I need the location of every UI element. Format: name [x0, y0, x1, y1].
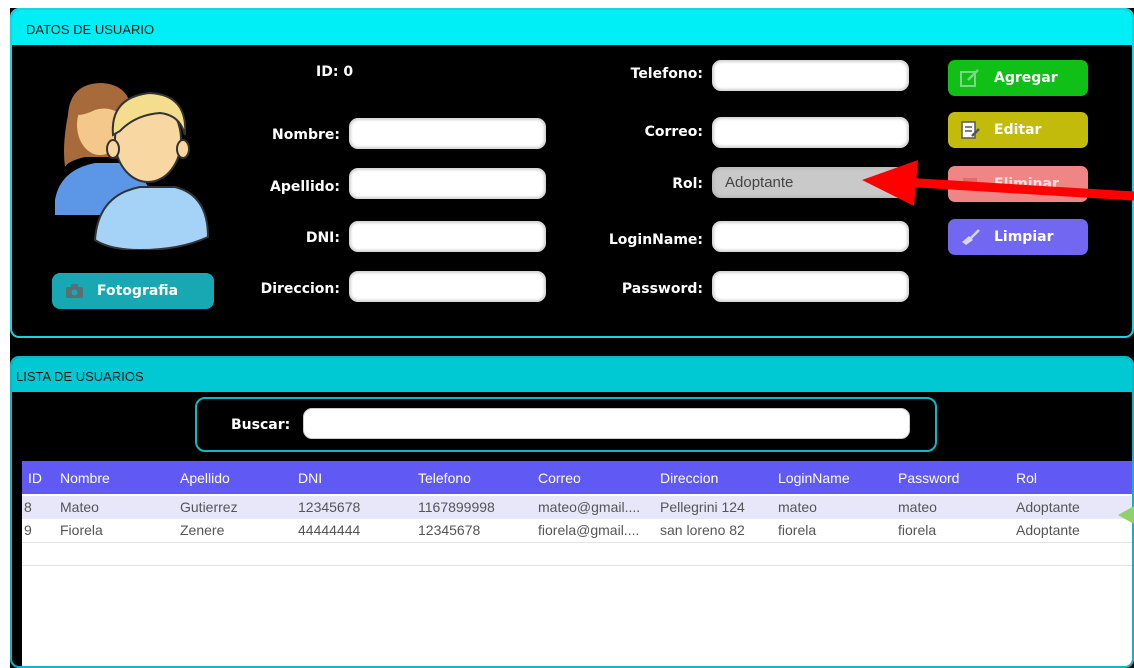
- col-apellido[interactable]: Apellido: [180, 470, 230, 486]
- limpiar-button[interactable]: Limpiar: [948, 219, 1088, 255]
- cell-id: 8: [24, 499, 32, 515]
- col-telefono[interactable]: Telefono: [418, 470, 471, 486]
- agregar-button[interactable]: Agregar: [948, 60, 1088, 96]
- cell-dni: 12345678: [298, 499, 361, 515]
- loginname-field[interactable]: [712, 221, 909, 252]
- col-rol[interactable]: Rol: [1016, 470, 1037, 486]
- cell-correo: mateo@gmail....: [538, 499, 641, 515]
- id-label: ID: 0: [316, 64, 354, 80]
- table-row[interactable]: 9 Fiorela Zenere 44444444 12345678 fiore…: [22, 519, 1132, 542]
- camera-icon: [66, 284, 83, 298]
- id-value: 0: [343, 64, 354, 80]
- edit-icon: [960, 69, 979, 87]
- cell-apellido: Zenere: [180, 522, 225, 538]
- cell-id: 9: [24, 522, 32, 538]
- apellido-field[interactable]: [349, 168, 546, 199]
- limpiar-label: Limpiar: [994, 229, 1054, 245]
- col-id[interactable]: ID: [28, 470, 42, 486]
- users-table: ID Nombre Apellido DNI Telefono Correo D…: [22, 461, 1132, 666]
- dni-label: DNI:: [305, 230, 340, 246]
- col-password[interactable]: Password: [898, 470, 959, 486]
- dni-field[interactable]: [349, 221, 546, 252]
- cell-nombre: Fiorela: [60, 522, 103, 538]
- user-group-icon: [55, 83, 210, 250]
- loginname-label: LoginName:: [608, 232, 703, 248]
- telefono-field[interactable]: [712, 60, 909, 91]
- cell-apellido: Gutierrez: [180, 499, 238, 515]
- apellido-label: Apellido:: [270, 179, 340, 195]
- cell-telefono: 12345678: [418, 522, 481, 538]
- buscar-label: Buscar:: [231, 417, 291, 433]
- cell-loginname: mateo: [778, 499, 817, 515]
- table-header: ID Nombre Apellido DNI Telefono Correo D…: [22, 461, 1132, 494]
- document-edit-icon: [961, 121, 980, 139]
- red-arrow: [862, 160, 1134, 206]
- user-list-header: LISTA DE USUARIOS: [12, 358, 1132, 392]
- col-dni[interactable]: DNI: [298, 470, 322, 486]
- cell-correo: fiorela@gmail....: [538, 522, 640, 538]
- col-nombre[interactable]: Nombre: [60, 470, 110, 486]
- col-correo[interactable]: Correo: [538, 470, 581, 486]
- cell-telefono: 1167899998: [418, 499, 495, 515]
- user-list-panel: LISTA DE USUARIOS Buscar: ID Nombre Apel…: [10, 356, 1134, 668]
- correo-label: Correo:: [644, 124, 703, 140]
- cell-password: fiorela: [898, 522, 937, 538]
- col-direccion[interactable]: Direccion: [660, 470, 718, 486]
- cell-nombre: Mateo: [60, 499, 99, 515]
- cell-loginname: fiorela: [778, 522, 817, 538]
- cell-direccion: san loreno 82: [660, 522, 745, 538]
- nombre-label: Nombre:: [272, 127, 340, 143]
- fotografia-button[interactable]: Fotografia: [52, 273, 214, 309]
- cell-dni: 44444444: [298, 522, 361, 538]
- user-data-header: DATOS DE USUARIO: [12, 10, 1132, 45]
- direccion-field[interactable]: [349, 271, 546, 302]
- row-divider: [22, 542, 1132, 543]
- cell-rol: Adoptante: [1016, 522, 1080, 538]
- cell-password: mateo: [898, 499, 937, 515]
- telefono-label: Telefono:: [630, 66, 703, 82]
- cell-rol: Adoptante: [1016, 499, 1080, 515]
- search-input[interactable]: [303, 408, 910, 439]
- agregar-label: Agregar: [994, 70, 1058, 86]
- editar-button[interactable]: Editar: [948, 112, 1088, 148]
- fotografia-label: Fotografia: [97, 283, 179, 299]
- rol-label: Rol:: [672, 176, 703, 192]
- editar-label: Editar: [994, 122, 1042, 138]
- row-divider: [22, 565, 1132, 566]
- green-arrow-tip: [1118, 506, 1134, 524]
- correo-field[interactable]: [712, 117, 909, 148]
- col-loginname[interactable]: LoginName: [778, 470, 850, 486]
- cell-direccion: Pellegrini 124: [660, 499, 745, 515]
- broom-icon: [962, 229, 980, 245]
- nombre-field[interactable]: [349, 118, 546, 149]
- direccion-label: Direccion:: [260, 281, 340, 297]
- password-label: Password:: [621, 281, 703, 297]
- password-field[interactable]: [712, 271, 909, 302]
- table-row[interactable]: 8 Mateo Gutierrez 12345678 1167899998 ma…: [22, 496, 1132, 519]
